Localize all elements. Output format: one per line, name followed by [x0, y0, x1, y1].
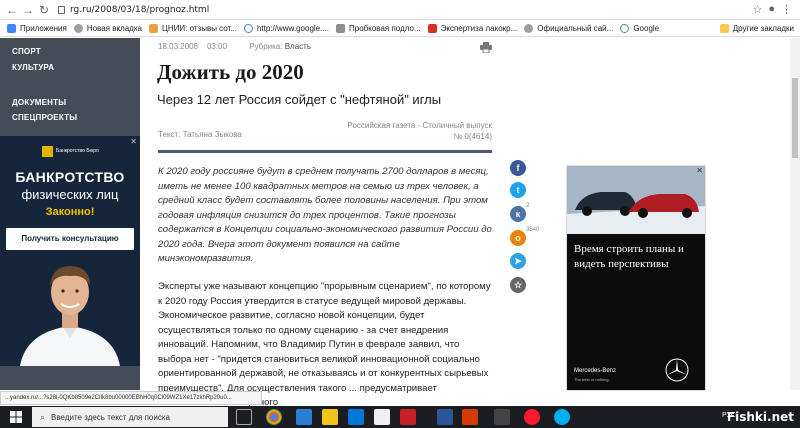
- url-field[interactable]: rg.ru/2008/03/18/prognoz.html: [58, 5, 209, 15]
- page-scrollbar[interactable]: [790, 38, 800, 390]
- status-url: ...yandex.ru/...?s28l-0QKb8509e2CIlk8bu0…: [0, 391, 262, 405]
- ad-car-image: [567, 166, 705, 234]
- bookmark-item[interactable]: Новая вкладка: [73, 23, 142, 33]
- bankruptcy-ad-banner[interactable]: ✕ Банкротство Бюро БАНКРОТСТВО физически…: [0, 136, 140, 366]
- mercedes-star-icon: [665, 358, 689, 382]
- issue-number: № 0(4614): [453, 132, 492, 141]
- reload-icon[interactable]: ↻: [36, 2, 52, 18]
- print-icon[interactable]: [480, 42, 492, 53]
- other-bookmarks[interactable]: Другие закладки: [719, 23, 794, 33]
- apps-grid-icon: [7, 23, 16, 33]
- issue-info[interactable]: Российская газета - Столичный выпуск: [290, 120, 492, 131]
- forward-icon[interactable]: →: [20, 2, 36, 18]
- search-icon: ⌕: [40, 411, 46, 422]
- ad-slogan: Законно!: [45, 206, 95, 218]
- sidebar-item-culture[interactable]: КУЛЬТУРА: [12, 63, 54, 72]
- globe-icon: [524, 23, 534, 33]
- bookmark-item[interactable]: ЦНИИ: отзывы сот...: [148, 23, 237, 33]
- bookmark-item[interactable]: Экспертиза лакокр...: [427, 23, 517, 33]
- app-icon[interactable]: [400, 409, 416, 425]
- bookmarks-bar: Приложения Новая вкладка ЦНИИ: отзывы со…: [0, 20, 800, 37]
- bookmark-apps[interactable]: Приложения: [7, 23, 67, 33]
- twitter-icon[interactable]: t: [510, 182, 526, 198]
- ad-brand: Mercedes-Benz: [574, 368, 617, 374]
- ad-text: Время строить планы и видеть перспективы: [574, 243, 684, 270]
- bookmark-item[interactable]: Пробковая подло...: [336, 23, 421, 33]
- watermark: Fishki.net: [726, 410, 794, 424]
- rubric-link[interactable]: Власть: [285, 42, 311, 51]
- folder-icon[interactable]: [322, 409, 338, 425]
- star-icon[interactable]: ☆: [752, 3, 762, 16]
- lock-icon: [58, 5, 65, 14]
- app-icon[interactable]: [462, 409, 478, 425]
- scroll-thumb[interactable]: [792, 78, 798, 158]
- ad-headline: БАНКРОТСТВО: [15, 169, 125, 185]
- word-icon[interactable]: [437, 409, 453, 425]
- address-bar: ← → ↻ rg.ru/2008/03/18/prognoz.html ☆ ● …: [0, 0, 800, 20]
- menu-icon[interactable]: ⋮: [781, 3, 792, 16]
- odnoklassniki-icon[interactable]: о: [510, 230, 526, 246]
- app-icon[interactable]: [494, 409, 510, 425]
- windows-start-icon[interactable]: [10, 411, 22, 423]
- article-author: Текст: Татьяна Зыкова: [158, 130, 242, 139]
- profile-icon[interactable]: ●: [768, 3, 775, 16]
- back-icon[interactable]: ←: [4, 2, 20, 18]
- store-icon[interactable]: [348, 409, 364, 425]
- task-view-icon[interactable]: [236, 409, 252, 425]
- edge-icon[interactable]: [296, 409, 312, 425]
- article-lead: К 2020 году россияне будут в среднем пол…: [158, 166, 492, 264]
- mail-icon[interactable]: [374, 409, 390, 425]
- ad-text-panel: Время строить планы и видеть перспективы…: [567, 234, 705, 390]
- article-meta: 18.03.2008 03:00 Рубрика: Власть: [158, 42, 311, 51]
- consultation-button[interactable]: Получить консультацию: [6, 228, 134, 250]
- skype-icon[interactable]: [554, 409, 570, 425]
- bookmark-item[interactable]: http://www.google....: [243, 23, 329, 33]
- sidebar-item-documents[interactable]: ДОКУМЕНТЫ: [12, 98, 66, 107]
- windows-taskbar: ⌕ Введите здесь текст для поиска РУС Fis…: [0, 406, 800, 428]
- sidebar-item-specprojects[interactable]: СПЕЦПРОЕКТЫ: [12, 113, 77, 122]
- ok-share-count: 3840: [526, 227, 540, 233]
- article-date: 18.03.2008: [158, 42, 199, 51]
- site-icon: [427, 23, 437, 33]
- ad-person-photo: [6, 254, 134, 366]
- site-icon: [148, 23, 158, 33]
- site-icon: [336, 23, 346, 33]
- sidebar-item-sport[interactable]: СПОРТ: [12, 47, 41, 56]
- mercedes-ad-banner[interactable]: ✕ Время строить планы и видеть перспекти…: [566, 165, 706, 391]
- vk-share-count: 2: [526, 203, 530, 209]
- opera-icon[interactable]: [524, 409, 540, 425]
- ad-tagline: The best or nothing.: [574, 377, 610, 382]
- telegram-icon[interactable]: ➤: [510, 253, 526, 269]
- bookmark-item[interactable]: Официальный сай...: [524, 23, 613, 33]
- article-subtitle: Через 12 лет Россия сойдет с "нефтяной" …: [157, 92, 442, 107]
- taskbar-search-input[interactable]: ⌕ Введите здесь текст для поиска: [32, 407, 228, 427]
- bookmark-item[interactable]: Google: [620, 23, 659, 33]
- close-icon[interactable]: ✕: [696, 166, 703, 175]
- vk-icon[interactable]: к: [510, 206, 526, 222]
- url-text: rg.ru/2008/03/18/prognoz.html: [70, 4, 210, 15]
- globe-icon: [73, 23, 83, 33]
- article-title: Дожить до 2020: [157, 60, 304, 84]
- ad-logo: Банкротство Бюро: [42, 144, 102, 158]
- google-icon: [620, 23, 630, 33]
- favorite-star-icon[interactable]: ☆: [510, 277, 526, 293]
- rubric-label: Рубрика:: [249, 42, 283, 51]
- article-divider: [158, 150, 492, 153]
- ad-subheadline: физических лиц: [21, 187, 119, 202]
- close-icon[interactable]: ✕: [130, 137, 137, 146]
- folder-icon: [719, 23, 729, 33]
- facebook-icon[interactable]: f: [510, 160, 526, 176]
- chrome-icon[interactable]: [266, 409, 282, 425]
- logo-icon: [42, 145, 53, 157]
- google-icon: [243, 23, 253, 33]
- article-time: 03:00: [206, 42, 227, 51]
